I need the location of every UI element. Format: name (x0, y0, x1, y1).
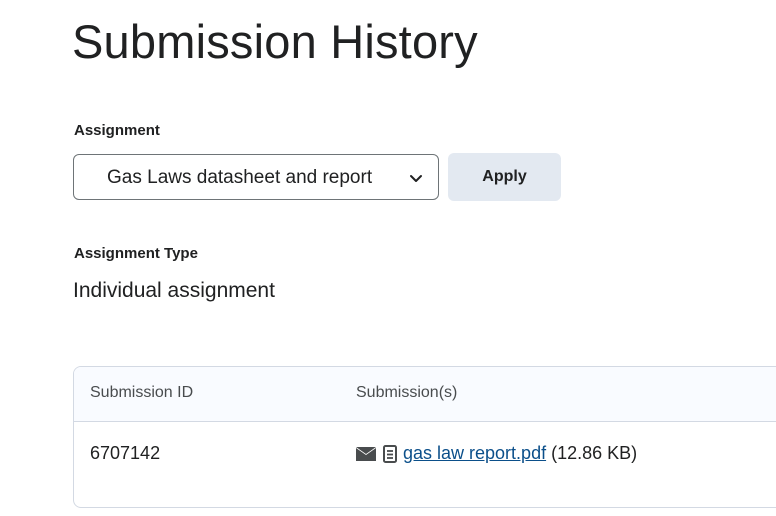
assignment-select-value: Gas Laws datasheet and report (107, 167, 373, 188)
column-header-submissions: Submission(s) (356, 384, 458, 401)
table-header: Submission ID Submission(s) (74, 367, 776, 422)
document-icon (383, 444, 397, 463)
submission-file-link[interactable]: gas law report.pdf (403, 443, 546, 464)
file-size: (12.86 KB) (551, 443, 638, 463)
envelope-icon (356, 446, 376, 461)
submission-files-cell: gas law report.pdf (12.86 KB) (355, 443, 637, 464)
chevron-down-icon (410, 175, 422, 182)
column-header-submission-id: Submission ID (90, 384, 194, 401)
apply-button[interactable]: Apply (448, 153, 561, 201)
assignment-type-value: Individual assignment (73, 279, 275, 302)
page-title: Submission History (72, 15, 478, 68)
assignment-type-label: Assignment Type (74, 245, 198, 262)
submission-id-cell: 6707142 (90, 443, 161, 463)
assignment-select[interactable]: Gas Laws datasheet and report (73, 154, 439, 200)
assignment-label: Assignment (74, 122, 160, 139)
submissions-table: Submission ID Submission(s) 6707142 gas … (73, 366, 776, 508)
